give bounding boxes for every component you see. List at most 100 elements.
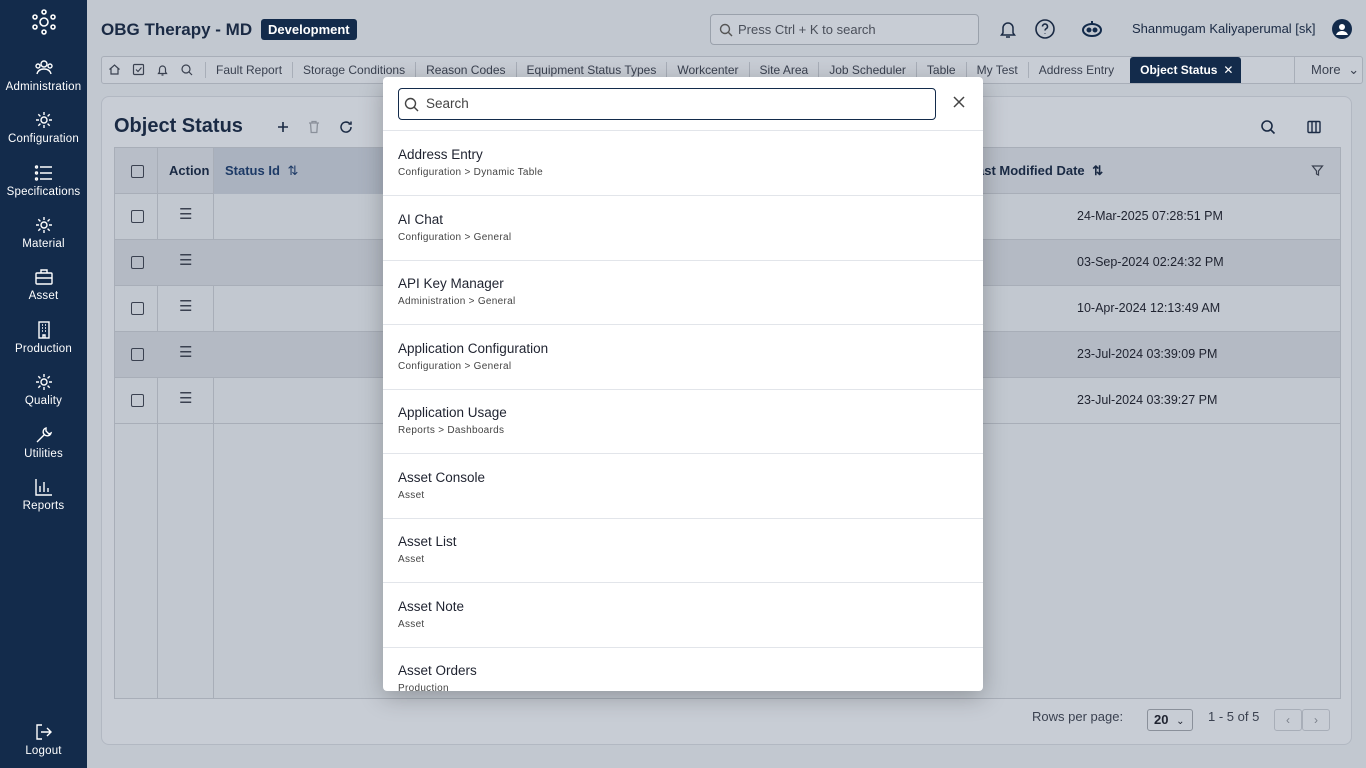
sidebar-item-material[interactable]: Material	[0, 215, 87, 267]
search-result-item[interactable]: Application Configuration Configuration …	[383, 325, 983, 390]
search-result-title: Application Configuration	[398, 341, 549, 356]
wrench-icon	[36, 427, 52, 443]
close-icon[interactable]: ✕	[1223, 57, 1233, 83]
search-result-item[interactable]: Application Usage Reports > Dashboards	[383, 389, 983, 454]
tab-address-entry[interactable]: Address Entry	[1027, 62, 1124, 78]
select-all-checkbox[interactable]	[131, 165, 144, 178]
column-header-action[interactable]: Action	[169, 148, 209, 194]
toolbox-icon	[34, 269, 53, 285]
sidebar-item-reports[interactable]: Reports	[0, 477, 87, 529]
sidebar-item-label: Administration	[5, 81, 82, 93]
drag-handle-icon[interactable]: ☰	[179, 389, 192, 407]
drag-handle-icon[interactable]: ☰	[179, 343, 192, 361]
gear-icon	[35, 217, 52, 233]
tab-object-status-label: Object Status	[1140, 63, 1218, 77]
tab-storage-conditions[interactable]: Storage Conditions	[292, 62, 415, 78]
user-icon	[1336, 24, 1348, 35]
building-icon	[37, 321, 50, 339]
tab-reason-codes[interactable]: Reason Codes	[415, 62, 515, 78]
sidebar-item-label: Reports	[22, 500, 65, 512]
user-name[interactable]: Shanmugam Kaliyaperumal [sk]	[1132, 21, 1316, 36]
task-check-icon[interactable]	[132, 63, 145, 76]
sidebar-item-label: Asset	[28, 290, 59, 302]
filter-icon[interactable]	[1311, 164, 1324, 177]
sidebar-item-label: Production	[15, 343, 72, 355]
row-checkbox[interactable]	[131, 348, 144, 361]
logout-button[interactable]: Logout	[0, 722, 87, 768]
column-header-status-id-label: Status Id	[225, 163, 280, 178]
drag-handle-icon[interactable]: ☰	[179, 251, 192, 269]
sidebar-item-label: Material	[22, 238, 65, 250]
global-search-placeholder: Press Ctrl + K to search	[738, 22, 876, 37]
tab-table[interactable]: Table	[915, 62, 966, 78]
top-bar: OBG Therapy - MD Development Press Ctrl …	[87, 0, 1366, 56]
tab-equipment-status-types[interactable]: Equipment Status Types	[515, 62, 667, 78]
search-result-item[interactable]: Asset List Asset	[383, 518, 983, 583]
columns-icon[interactable]	[1306, 119, 1322, 135]
search-result-title: Asset Console	[398, 470, 486, 485]
refresh-icon[interactable]	[338, 119, 354, 135]
tab-object-status[interactable]: Object Status ✕	[1130, 57, 1242, 83]
chat-search-icon[interactable]	[180, 63, 193, 76]
delete-icon[interactable]	[306, 119, 322, 135]
row-checkbox[interactable]	[131, 210, 144, 223]
app-logo-icon[interactable]	[30, 8, 58, 36]
search-result-item[interactable]: API Key Manager Administration > General	[383, 260, 983, 325]
search-result-title: AI Chat	[398, 212, 444, 227]
search-result-path: Asset	[398, 554, 425, 565]
sidebar-item-administration[interactable]: Administration	[0, 58, 87, 110]
row-checkbox[interactable]	[131, 302, 144, 315]
sidebar-item-quality[interactable]: Quality	[0, 372, 87, 424]
sidebar-item-asset[interactable]: Asset	[0, 267, 87, 319]
help-icon[interactable]	[1034, 18, 1056, 40]
bell-icon[interactable]	[997, 18, 1019, 40]
more-tabs-label: More	[1311, 62, 1341, 77]
sidebar-item-label: Quality	[24, 395, 63, 407]
previous-page-button[interactable]: ‹	[1274, 709, 1302, 731]
last-modified-cell: 03-Sep-2024 02:24:32 PM	[1077, 255, 1224, 269]
close-icon[interactable]	[952, 95, 966, 109]
add-icon[interactable]	[275, 119, 291, 135]
column-header-last-modified[interactable]: ast Modified Date ⇅	[977, 148, 1103, 194]
search-result-item[interactable]: Asset Console Asset	[383, 454, 983, 519]
sidebar-item-specifications[interactable]: Specifications	[0, 163, 87, 215]
tab-fault-report[interactable]: Fault Report	[205, 62, 292, 78]
logout-icon	[35, 724, 52, 740]
search-result-title: Address Entry	[398, 147, 483, 162]
search-result-title: Asset List	[398, 534, 457, 549]
sort-icon[interactable]: ⇅	[1092, 163, 1103, 178]
search-input[interactable]: Search	[398, 88, 936, 120]
search-result-item[interactable]: Address Entry Configuration > Dynamic Ta…	[383, 131, 983, 196]
next-page-button[interactable]: ›	[1302, 709, 1330, 731]
chevron-left-icon: ‹	[1286, 713, 1290, 727]
ai-assistant-icon[interactable]	[1081, 18, 1103, 40]
row-checkbox[interactable]	[131, 256, 144, 269]
drag-handle-icon[interactable]: ☰	[179, 297, 192, 315]
chevron-down-icon: ⌄	[1176, 716, 1185, 727]
sidebar-item-configuration[interactable]: Configuration	[0, 110, 87, 162]
search-result-item[interactable]: AI Chat Configuration > General	[383, 196, 983, 261]
notification-icon[interactable]	[156, 63, 169, 76]
sort-ascending-icon[interactable]: ⇅	[288, 163, 299, 178]
column-header-last-modified-label: ast Modified Date	[977, 163, 1085, 178]
search-result-item[interactable]: Asset Orders Production	[383, 647, 983, 691]
drag-handle-icon[interactable]: ☰	[179, 205, 192, 223]
search-result-path: Asset	[398, 490, 425, 501]
tab-site-area[interactable]: Site Area	[748, 62, 819, 78]
tab-job-scheduler[interactable]: Job Scheduler	[818, 62, 916, 78]
search-icon[interactable]	[1260, 119, 1276, 135]
row-checkbox[interactable]	[131, 394, 144, 407]
sidebar-item-utilities[interactable]: Utilities	[0, 425, 87, 477]
search-result-item[interactable]: Asset Note Asset	[383, 583, 983, 648]
sidebar-item-production[interactable]: Production	[0, 320, 87, 372]
avatar[interactable]	[1332, 19, 1352, 39]
rows-per-page-select[interactable]: 20 ⌄	[1147, 709, 1193, 731]
tab-my-test[interactable]: My Test	[965, 62, 1028, 78]
global-search-input[interactable]: Press Ctrl + K to search	[710, 14, 979, 45]
sidebar-item-label: Configuration	[7, 133, 79, 145]
more-tabs-button[interactable]: More ⌄	[1294, 57, 1362, 83]
home-icon[interactable]	[108, 63, 121, 76]
sidebar: Administration Configuration Specificati…	[0, 0, 87, 768]
tab-workcenter[interactable]: Workcenter	[666, 62, 748, 78]
chevron-right-icon: ›	[1314, 713, 1318, 727]
